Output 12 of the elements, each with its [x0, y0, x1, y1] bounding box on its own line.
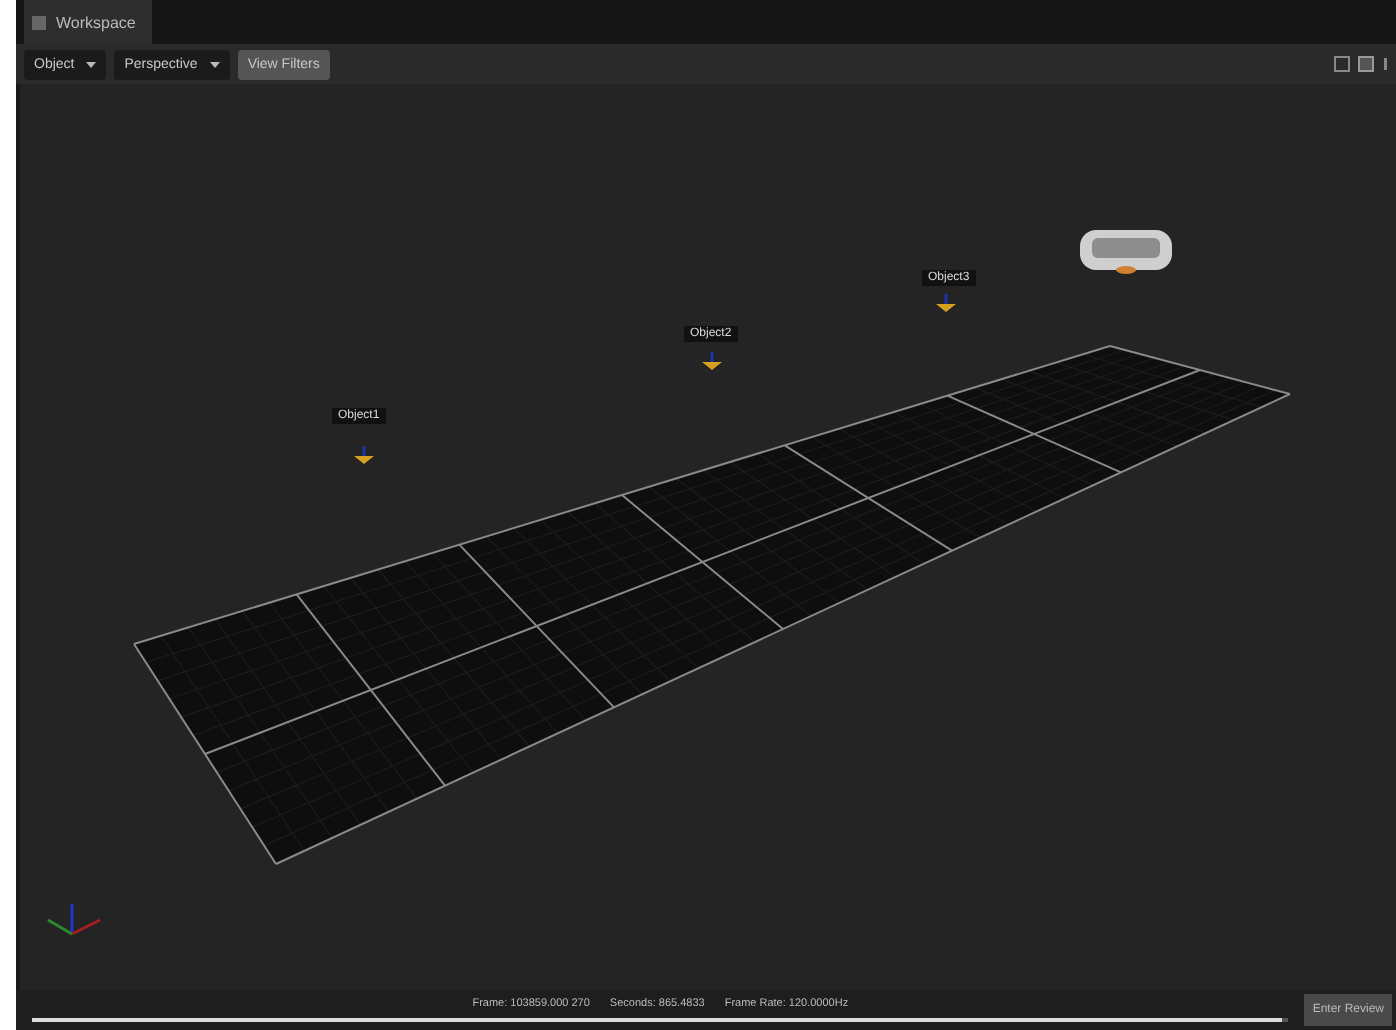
workspace-tab[interactable]: Workspace — [24, 0, 152, 44]
camera-model-drawing[interactable] — [1080, 230, 1172, 274]
object-marker-icon[interactable] — [354, 446, 374, 464]
axis-gizmo-icon — [47, 904, 101, 936]
caret-icon — [86, 61, 97, 67]
caret-icon — [209, 61, 220, 67]
panel-icon — [32, 15, 46, 29]
object-marker-icon[interactable] — [702, 352, 722, 370]
more-icon[interactable] — [1382, 56, 1388, 72]
layout-icon[interactable] — [1334, 56, 1350, 72]
maximize-icon[interactable] — [1358, 56, 1374, 72]
object-marker-icon[interactable] — [936, 294, 956, 312]
